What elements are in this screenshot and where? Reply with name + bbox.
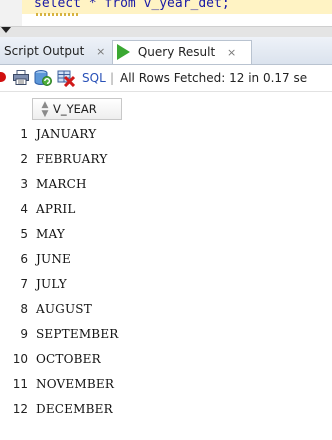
table-cell[interactable]: FEBRUARY <box>36 147 108 172</box>
table-row[interactable]: 6 JUNE <box>0 247 332 272</box>
tab-query-result[interactable]: Query Result × <box>112 40 252 64</box>
table-row[interactable]: 8 AUGUST <box>0 297 332 322</box>
row-number: 7 <box>20 277 28 291</box>
table-row[interactable]: 3 MARCH <box>0 172 332 197</box>
sql-button[interactable]: SQL <box>82 69 106 87</box>
table-cell[interactable]: SEPTEMBER <box>36 322 119 347</box>
close-icon[interactable]: × <box>96 45 105 58</box>
table-cell[interactable]: OCTOBER <box>36 347 101 372</box>
row-number: 6 <box>20 252 28 266</box>
sql-editor[interactable]: select * from v_year_det; <box>0 0 332 26</box>
delete-table-icon[interactable] <box>57 69 75 87</box>
print-icon[interactable] <box>13 70 29 85</box>
grid-rows: 1 JANUARY 2 FEBRUARY 3 MARCH 4 APRIL 5 MAY 6J… <box>0 122 332 422</box>
table-row[interactable]: 7 JULY <box>0 272 332 297</box>
sql-statement[interactable]: select * from v_year_det; <box>22 0 332 14</box>
pin-icon[interactable] <box>0 72 6 82</box>
panel-splitter[interactable] <box>0 26 332 37</box>
row-number: 8 <box>20 302 28 316</box>
tab-label: Query Result <box>137 45 216 59</box>
row-number: 5 <box>20 227 28 241</box>
table-cell[interactable]: DECEMBER <box>36 397 113 422</box>
editor-gutter <box>0 0 22 26</box>
column-header-v-year[interactable]: ▲ ▼ V_YEAR <box>32 98 122 120</box>
table-cell[interactable]: MARCH <box>36 172 87 197</box>
table-row[interactable]: 1 JANUARY <box>0 122 332 147</box>
collapse-arrow-icon[interactable] <box>1 27 11 33</box>
table-cell[interactable]: NOVEMBER <box>36 372 114 397</box>
table-row[interactable]: 5 MAY <box>0 222 332 247</box>
table-cell[interactable]: MAY <box>36 222 65 247</box>
tab-script-output[interactable]: Script Output × <box>0 40 112 64</box>
row-number: 12 <box>12 402 28 416</box>
row-number: 4 <box>20 202 28 216</box>
fetch-status: All Rows Fetched: 12 in 0.17 se <box>120 71 308 85</box>
row-number: 11 <box>12 377 28 391</box>
table-row[interactable]: 9 SEPTEMBER <box>0 322 332 347</box>
column-header-label: V_YEAR <box>53 102 97 116</box>
close-icon[interactable]: × <box>227 46 236 59</box>
row-number: 2 <box>20 152 28 166</box>
refresh-database-icon[interactable] <box>34 69 52 87</box>
table-cell[interactable]: JUNE <box>36 247 71 272</box>
table-row[interactable]: 10 OCTOBER <box>0 347 332 372</box>
table-row[interactable]: 2 FEBRUARY <box>0 147 332 172</box>
sort-icon[interactable]: ▲ ▼ <box>41 100 49 119</box>
row-number: 3 <box>20 177 28 191</box>
table-cell[interactable]: JANUARY <box>36 122 96 147</box>
tab-label: Script Output <box>4 44 85 58</box>
row-number: 10 <box>12 352 28 366</box>
row-number: 9 <box>20 327 28 341</box>
result-toolbar: SQL | All Rows Fetched: 12 in 0.17 se <box>0 65 332 92</box>
table-cell[interactable]: JULY <box>36 272 67 297</box>
run-statement-icon <box>117 43 130 60</box>
result-tabs: Script Output × Query Result × <box>0 37 332 65</box>
row-number: 1 <box>20 127 28 141</box>
table-cell[interactable]: AUGUST <box>36 297 92 322</box>
toolbar-separator: | <box>110 71 115 85</box>
table-row[interactable]: 12 DECEMBER <box>0 397 332 422</box>
spellcheck-underline <box>36 13 80 16</box>
table-row[interactable]: 4 APRIL <box>0 197 332 222</box>
table-row[interactable]: 11 NOVEMBER <box>0 372 332 397</box>
table-cell[interactable]: APRIL <box>36 197 75 222</box>
